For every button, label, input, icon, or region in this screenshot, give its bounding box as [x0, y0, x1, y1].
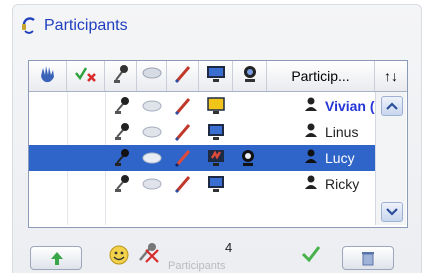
monitor-icon: [205, 171, 227, 197]
webcam-icon: [237, 145, 259, 171]
pen-icon: [174, 64, 192, 89]
chat-bubble-icon: [141, 119, 163, 145]
column-chat[interactable]: [137, 61, 167, 91]
column-audio[interactable]: [105, 61, 137, 91]
column-video[interactable]: [233, 61, 267, 91]
microphone-icon: [111, 145, 133, 171]
chat-bubble-icon: [141, 145, 163, 171]
user-icon: [303, 122, 319, 143]
pen-icon: [172, 119, 194, 145]
participant-name-cell: Linus: [303, 119, 358, 145]
participant-list: Vivian (... Linus Lucy Ricky: [29, 92, 386, 225]
pen-icon: [172, 93, 194, 119]
column-hand-raise[interactable]: [29, 61, 67, 91]
monitor-icon: [205, 64, 227, 89]
participant-name: Lucy: [325, 150, 355, 166]
chevron-up-icon: [386, 97, 398, 115]
promote-button[interactable]: [30, 246, 82, 270]
participant-name: Ricky: [325, 176, 360, 192]
pen-icon: [172, 171, 194, 197]
microphone-icon: [111, 171, 133, 197]
column-status[interactable]: [67, 61, 105, 91]
hand-raise-icon: [37, 64, 59, 89]
sort-arrows-icon: ↑↓: [384, 68, 398, 84]
participant-name-cell: Lucy: [303, 145, 355, 171]
headset-icon: [20, 15, 38, 37]
participant-name-cell: Ricky: [303, 171, 359, 197]
column-screen[interactable]: [199, 61, 233, 91]
trash-icon: [360, 250, 376, 271]
participants-column-label: Particip...: [291, 68, 350, 84]
participants-window: Participants Particip... ↑↓ Vivian (... …: [0, 0, 433, 273]
participant-row[interactable]: Lucy: [29, 145, 375, 171]
participant-row[interactable]: Vivian (...: [29, 93, 386, 119]
chat-bubble-icon: [141, 93, 163, 119]
checkmark-icon[interactable]: [300, 244, 322, 269]
microphone-icon: [111, 119, 133, 145]
screen-share-icon: [205, 145, 227, 171]
sort-button[interactable]: ↑↓: [375, 61, 407, 91]
grid-header: Particip... ↑↓: [29, 61, 407, 92]
delete-button[interactable]: [342, 246, 394, 270]
user-icon: [303, 148, 319, 169]
panel-header: Participants: [20, 14, 128, 38]
emoticon-icon[interactable]: [108, 244, 130, 271]
monitor-icon: [205, 93, 227, 119]
microphone-icon: [111, 93, 133, 119]
column-participants[interactable]: Particip...: [267, 61, 375, 91]
participant-name-cell: Vivian (...: [303, 93, 386, 119]
panel-title: Participants: [44, 17, 128, 34]
participant-row[interactable]: Ricky: [29, 171, 375, 197]
column-annotate[interactable]: [167, 61, 199, 91]
mute-all-icon[interactable]: [136, 242, 162, 271]
user-icon: [303, 174, 319, 195]
pen-icon: [172, 145, 194, 171]
user-icon: [303, 96, 319, 117]
arrow-up-icon: [49, 250, 65, 271]
checkmark-x-icon: [73, 64, 99, 89]
monitor-icon: [205, 119, 227, 145]
participants-footer-label: Participants: [168, 260, 226, 272]
webcam-icon: [240, 64, 260, 89]
participants-grid: Particip... ↑↓ Vivian (... Linus Lucy Ri…: [28, 60, 408, 228]
scroll-up-button[interactable]: [381, 96, 403, 116]
microphone-icon: [111, 63, 131, 90]
chat-bubble-icon: [141, 66, 163, 87]
vertical-scrollbar[interactable]: [375, 92, 406, 225]
participant-count: 4: [225, 240, 233, 255]
participant-row[interactable]: Linus: [29, 119, 375, 145]
scroll-down-button[interactable]: [381, 202, 403, 222]
chevron-down-icon: [386, 203, 398, 221]
participant-name: Linus: [325, 124, 359, 140]
chat-bubble-icon: [141, 171, 163, 197]
